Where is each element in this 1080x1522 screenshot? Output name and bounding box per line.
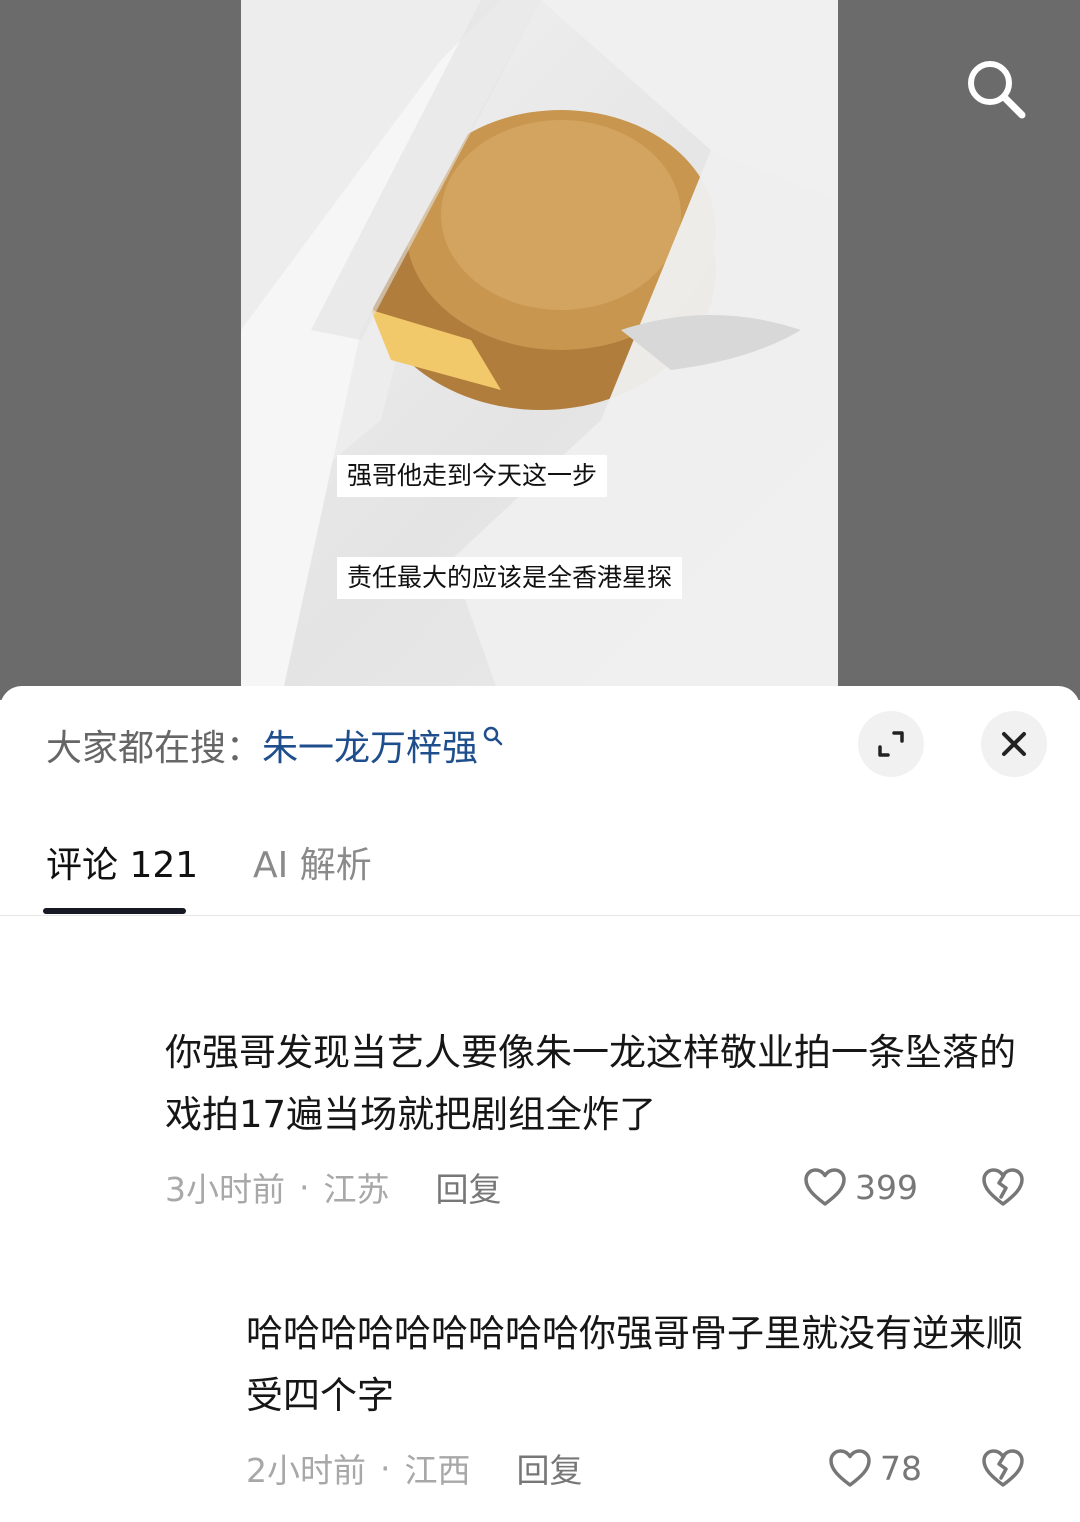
- broken-heart-icon: [982, 1168, 1024, 1206]
- search-button[interactable]: [962, 55, 1030, 123]
- comment-time: 3小时前: [165, 1170, 285, 1209]
- like-button[interactable]: 399: [803, 1162, 918, 1212]
- comment-location: 江西: [404, 1451, 471, 1490]
- comment-time: 2小时前: [246, 1451, 366, 1490]
- broken-heart-icon: [982, 1449, 1024, 1487]
- comment-meta: 3小时前 · 江苏 回复: [165, 1162, 502, 1212]
- comment-location: 江苏: [323, 1170, 390, 1209]
- video-subtitle: 责任最大的应该是全香港星探: [337, 557, 683, 599]
- trending-prefix-label: 大家都在搜：: [46, 728, 263, 769]
- expand-button[interactable]: [858, 711, 924, 777]
- close-button[interactable]: [981, 711, 1047, 777]
- tab-comments[interactable]: 评论 121: [46, 836, 198, 888]
- video-player[interactable]: 强哥他走到今天这一步 责任最大的应该是全香港星探: [0, 0, 1080, 700]
- heart-icon: [829, 1449, 871, 1487]
- comment-text: 你强哥发现当艺人要像朱一龙这样敬业拍一条坠落的戏拍17遍当场就把剧组全炸了: [165, 1031, 1016, 1136]
- meta-separator: ·: [380, 1448, 391, 1488]
- close-icon: [1002, 732, 1026, 756]
- active-tab-indicator: [43, 908, 186, 914]
- tab-ai-analysis[interactable]: AI 解析: [253, 836, 372, 888]
- search-icon: [483, 726, 503, 746]
- heart-icon: [804, 1168, 846, 1206]
- like-count: 399: [855, 1167, 918, 1207]
- dislike-button[interactable]: [981, 1166, 1025, 1212]
- search-icon: [968, 61, 1026, 119]
- video-frame: 强哥他走到今天这一步 责任最大的应该是全香港星探: [241, 0, 838, 700]
- like-count: 78: [880, 1448, 922, 1488]
- comment-text: 哈哈哈哈哈哈哈哈哈你强哥骨子里就没有逆来顺受四个字: [246, 1312, 1023, 1417]
- reply-button[interactable]: 回复: [436, 1163, 502, 1211]
- comment-item: 你强哥发现当艺人要像朱一龙这样敬业拍一条坠落的戏拍17遍当场就把剧组全炸了 3小…: [165, 1022, 1045, 1209]
- trending-search-link[interactable]: 朱一龙万梓强: [262, 719, 478, 771]
- trending-search-bar: 大家都在搜： 朱一龙万梓强: [46, 710, 504, 780]
- like-button[interactable]: 78: [828, 1443, 922, 1493]
- dislike-button[interactable]: [981, 1447, 1025, 1493]
- meta-separator: ·: [299, 1167, 310, 1207]
- video-subtitle: 强哥他走到今天这一步: [337, 455, 608, 497]
- expand-icon: [878, 731, 904, 757]
- reply-button[interactable]: 回复: [517, 1444, 583, 1492]
- comment-item: 哈哈哈哈哈哈哈哈哈你强哥骨子里就没有逆来顺受四个字 2小时前 · 江西 回复 7…: [246, 1303, 1046, 1490]
- comment-meta: 2小时前 · 江西 回复: [246, 1443, 583, 1493]
- comment-tabs: 评论 121 AI 解析: [0, 816, 1080, 916]
